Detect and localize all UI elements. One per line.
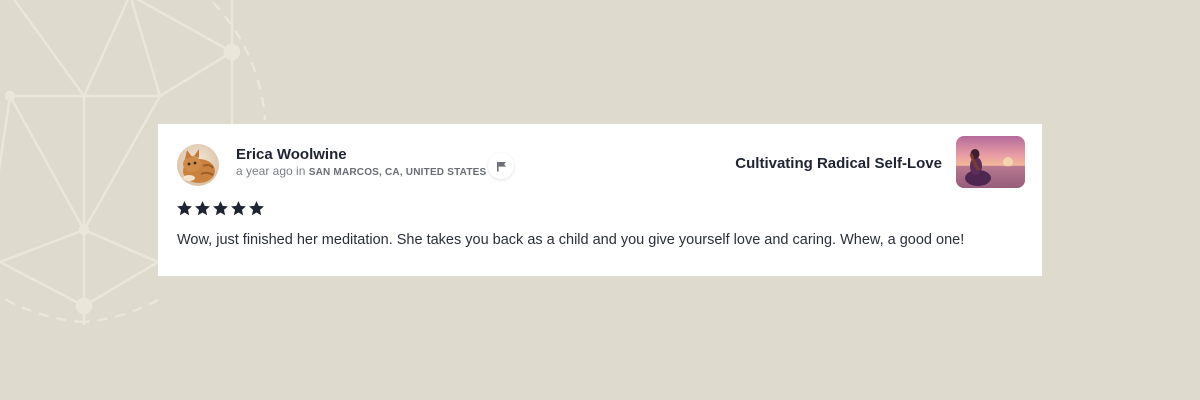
flag-icon [496,161,506,171]
reviewer-location: SAN MARCOS, CA, UNITED STATES [308,167,487,178]
star-icon [177,201,192,216]
star-icon [231,201,246,216]
star-icon [195,201,210,216]
star-rating [176,200,265,217]
star-icon [249,201,264,216]
course-title-link[interactable]: Cultivating Radical Self-Love [735,155,942,172]
report-flag-button[interactable] [488,153,514,179]
review-meta: a year ago in SAN MARCOS, CA, UNITED STA… [236,164,486,178]
review-text: Wow, just finished her meditation. She t… [177,232,965,248]
review-time: a year ago in [236,164,309,178]
star-icon [213,201,228,216]
course-thumbnail[interactable] [956,136,1025,188]
reviewer-avatar[interactable] [177,144,219,186]
reviewer-name[interactable]: Erica Woolwine [236,146,347,163]
review-card: Erica Woolwine a year ago in SAN MARCOS,… [158,124,1042,276]
